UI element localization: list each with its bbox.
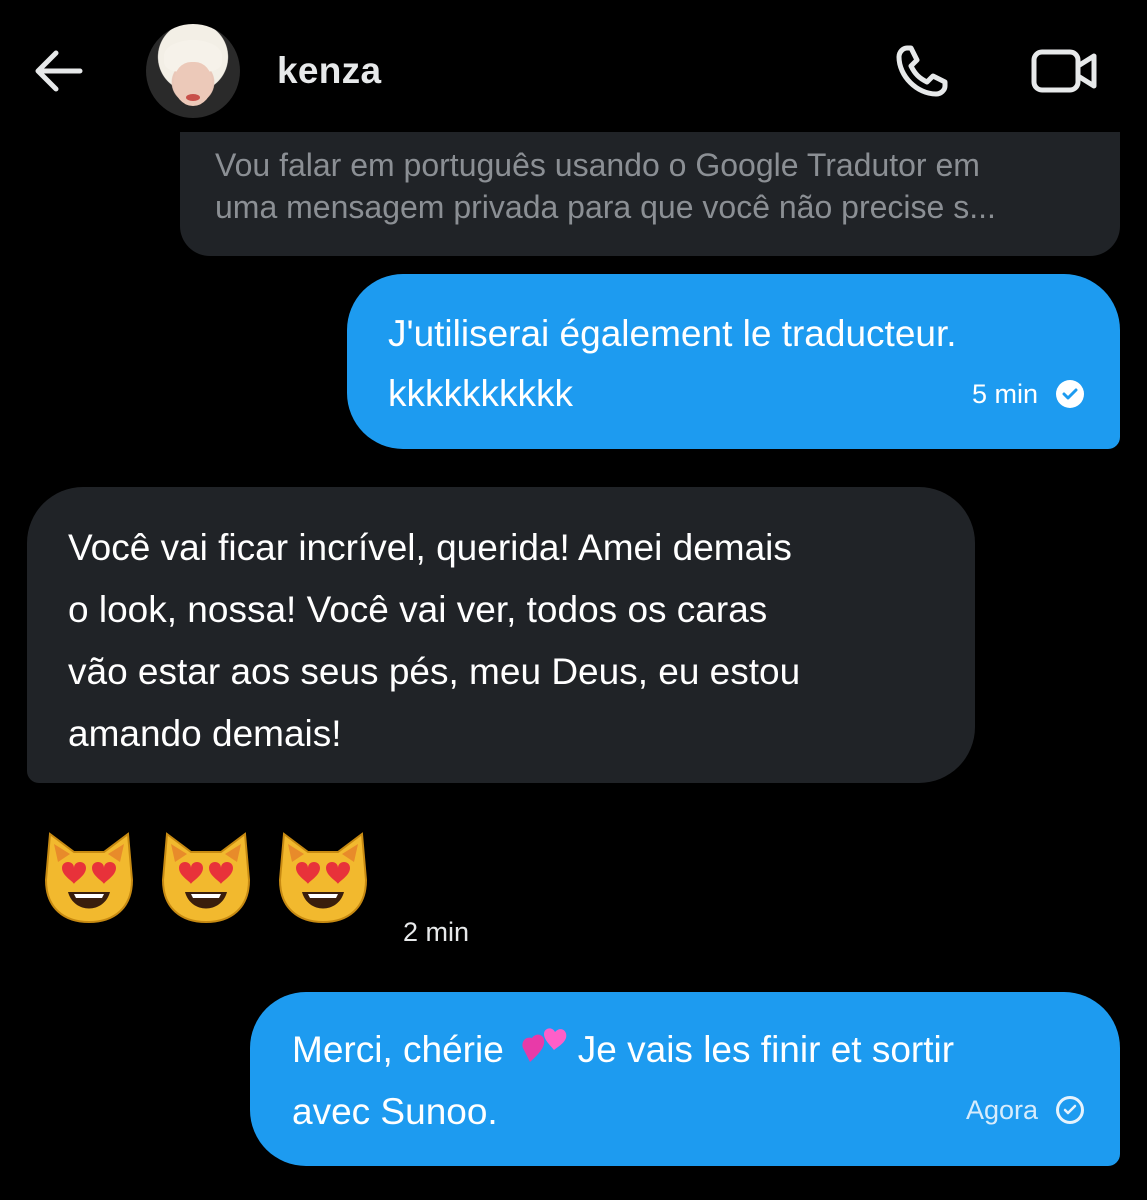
phone-icon <box>896 45 948 97</box>
message-text-line-3: vão estar aos seus pés, meu Deus, eu est… <box>68 651 801 692</box>
message-timestamp: 2 min <box>403 917 470 947</box>
message-text-line-1: Merci, chérie Je vais les finir et sorti… <box>292 1019 1080 1081</box>
read-check-icon <box>1056 380 1084 408</box>
smiling-cat-heart-eyes-icon <box>44 832 134 924</box>
two-hearts-icon <box>522 1028 567 1062</box>
video-camera-icon <box>1031 49 1097 93</box>
preview-line-1: Vou falar em português usando o Google T… <box>215 147 980 183</box>
message-meta: 5 min <box>972 363 1084 425</box>
message-text-part-1: Merci, chérie <box>292 1029 504 1070</box>
contact-name[interactable]: kenza <box>277 50 381 92</box>
message-text-line-2: o look, nossa! Você vai ver, todos os ca… <box>68 589 768 630</box>
sent-check-icon <box>1056 1096 1084 1124</box>
message-text-part-2: Je vais les finir et sortir <box>577 1029 955 1070</box>
smiling-cat-heart-eyes-icon <box>161 832 251 924</box>
back-button[interactable] <box>30 46 86 96</box>
message-text-line-1: J'utiliserai également le traducteur. <box>388 313 957 354</box>
message-text-line-4: amando demais! <box>68 713 342 754</box>
message-meta: Agora <box>966 1079 1084 1141</box>
emoji-message[interactable] <box>40 822 391 926</box>
message-text-line-2: avec Sunoo. <box>292 1091 498 1132</box>
video-call-button[interactable] <box>1030 46 1100 96</box>
message-text-line-1: Você vai ficar incrível, querida! Amei d… <box>68 527 792 568</box>
voice-call-button[interactable] <box>893 42 953 100</box>
arrow-left-icon <box>35 50 83 92</box>
outgoing-message-bubble[interactable]: J'utiliserai également le traducteur. kk… <box>347 274 1120 449</box>
message-timestamp: Agora <box>965 1095 1038 1125</box>
smiling-cat-heart-eyes-icon <box>278 832 368 924</box>
preview-line-2: uma mensagem privada para que você não p… <box>215 189 996 225</box>
contact-avatar[interactable] <box>146 24 240 118</box>
translated-message-preview[interactable]: Vou falar em português usando o Google T… <box>180 132 1120 256</box>
message-timestamp: 5 min <box>971 379 1038 409</box>
incoming-message-bubble[interactable]: Você vai ficar incrível, querida! Amei d… <box>27 487 975 783</box>
outgoing-message-bubble[interactable]: Merci, chérie Je vais les finir et sorti… <box>250 992 1120 1166</box>
dm-conversation-screen: kenza Vou falar em português usando o Go… <box>0 0 1147 1200</box>
conversation-header: kenza <box>0 0 1147 140</box>
